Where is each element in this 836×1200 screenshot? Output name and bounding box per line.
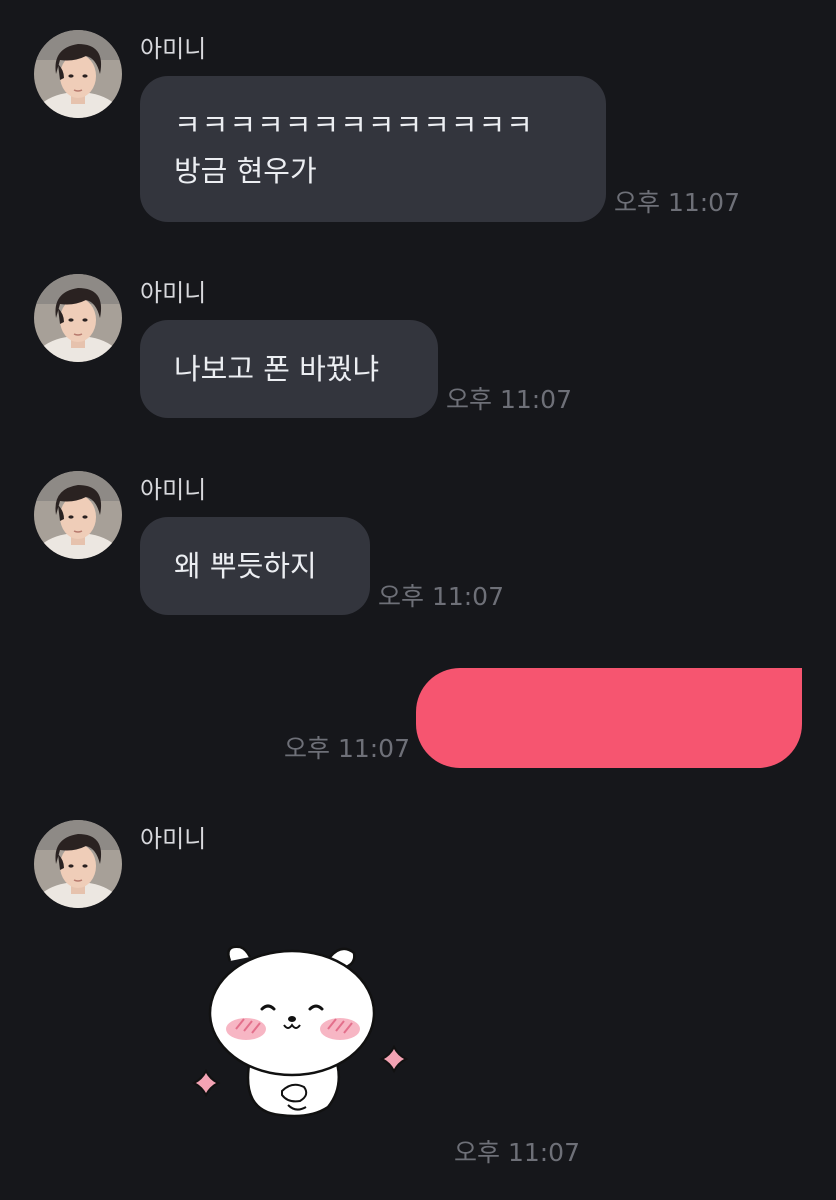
profile-photo-icon: [34, 30, 122, 118]
message-bubble[interactable]: ㅋㅋㅋㅋㅋㅋㅋㅋㅋㅋㅋㅋㅋ 방금 현우가: [140, 76, 606, 222]
pink-sparkle-icon: [191, 1068, 221, 1098]
profile-photo-icon: [34, 274, 122, 362]
sender-name: 아미니: [140, 476, 207, 504]
message-bubble[interactable]: 왜 뿌듯하지: [140, 517, 370, 615]
message-text: 왜 뿌듯하지: [174, 549, 317, 583]
blushing-white-bear-sticker[interactable]: [184, 935, 420, 1125]
avatar[interactable]: [34, 820, 122, 908]
timestamp: 오후 11:07: [446, 385, 572, 414]
avatar[interactable]: [34, 30, 122, 118]
avatar[interactable]: [34, 274, 122, 362]
timestamp: 오후 11:07: [614, 188, 740, 217]
message-text: ㅋㅋㅋㅋㅋㅋㅋㅋㅋㅋㅋㅋㅋ: [174, 108, 534, 142]
profile-photo-icon: [34, 820, 122, 908]
bear-head-icon: [208, 945, 376, 1077]
profile-photo-icon: [34, 471, 122, 559]
sender-name: 아미니: [140, 825, 207, 853]
timestamp: 오후 11:07: [378, 582, 504, 611]
message-text: 나보고 폰 바꿨냐: [174, 352, 380, 386]
avatar[interactable]: [34, 471, 122, 559]
pink-sparkle-icon: [379, 1044, 409, 1074]
timestamp: 오후 11:07: [454, 1138, 580, 1167]
message-bubble[interactable]: 나보고 폰 바꿨냐: [140, 320, 438, 418]
timestamp: 오후 11:07: [284, 734, 410, 763]
message-bubble-outgoing[interactable]: [416, 668, 802, 768]
sender-name: 아미니: [140, 35, 207, 63]
message-text: 방금 현우가: [174, 154, 317, 188]
sender-name: 아미니: [140, 279, 207, 307]
